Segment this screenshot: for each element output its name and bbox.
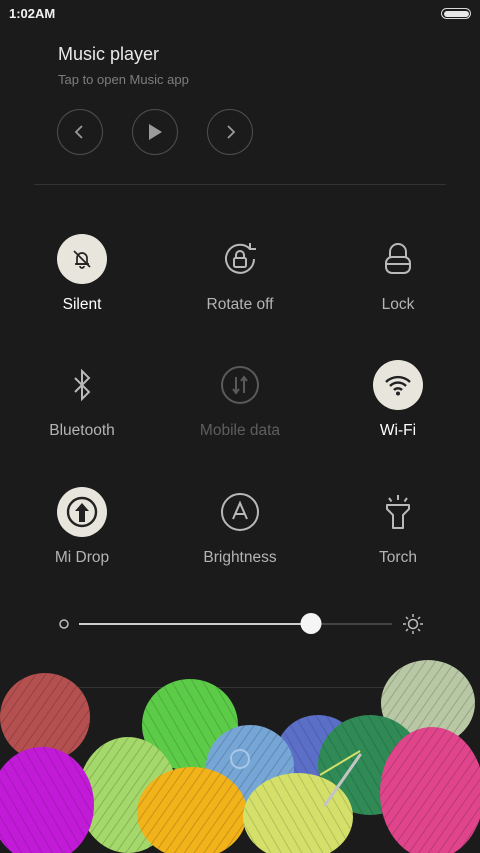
slider-track[interactable] xyxy=(79,623,392,625)
mobile-data-icon xyxy=(215,360,265,410)
play-icon xyxy=(149,124,162,140)
wifi-icon xyxy=(373,360,423,410)
tile-label: Mobile data xyxy=(199,422,281,439)
previous-icon xyxy=(74,125,83,139)
tile-label: Torch xyxy=(379,549,417,566)
tile-label: Mi Drop xyxy=(54,549,110,566)
status-time: 1:02AM xyxy=(9,6,56,21)
brightness-low-icon xyxy=(59,619,69,629)
slider-thumb[interactable] xyxy=(300,613,322,634)
tile-wifi[interactable]: Wi-Fi xyxy=(338,360,458,450)
play-button[interactable] xyxy=(132,109,178,155)
tile-label: Brightness xyxy=(203,549,277,566)
tile-label: Rotate off xyxy=(206,296,274,313)
lock-icon xyxy=(373,234,423,284)
music-player-subtitle: Tap to open Music app xyxy=(58,72,189,87)
tile-lock[interactable]: Lock xyxy=(338,234,458,324)
music-player-card[interactable]: Music player Tap to open Music app xyxy=(58,44,438,87)
tile-silent[interactable]: Silent xyxy=(22,234,142,324)
auto-brightness-icon xyxy=(215,487,265,537)
torch-icon xyxy=(373,487,423,537)
tile-mobile-data[interactable]: Mobile data xyxy=(180,360,300,450)
rotate-lock-icon xyxy=(215,234,265,284)
tile-mi-drop[interactable]: Mi Drop xyxy=(22,487,142,577)
wallpaper-image xyxy=(0,660,480,853)
tile-torch[interactable]: Torch xyxy=(338,487,458,577)
bluetooth-icon xyxy=(57,360,107,410)
brightness-high-icon xyxy=(403,614,423,634)
brightness-slider[interactable] xyxy=(56,610,426,638)
tile-label: Bluetooth xyxy=(49,422,115,439)
mi-drop-icon xyxy=(57,487,107,537)
tile-bluetooth[interactable]: Bluetooth xyxy=(22,360,142,450)
tile-label: Lock xyxy=(381,296,415,313)
music-player-title: Music player xyxy=(58,44,160,64)
status-bar: 1:02AM xyxy=(0,0,480,28)
battery-level xyxy=(443,10,469,17)
slider-fill xyxy=(79,623,311,625)
music-divider xyxy=(34,184,446,185)
bell-off-icon xyxy=(57,234,107,284)
tile-label: Wi-Fi xyxy=(379,422,417,439)
tile-rotate[interactable]: Rotate off xyxy=(180,234,300,324)
tile-brightness[interactable]: Brightness xyxy=(180,487,300,577)
battery-full-icon xyxy=(441,8,471,19)
next-button[interactable] xyxy=(207,109,253,155)
previous-button[interactable] xyxy=(57,109,103,155)
next-icon xyxy=(227,125,236,139)
tile-label: Silent xyxy=(62,296,102,313)
